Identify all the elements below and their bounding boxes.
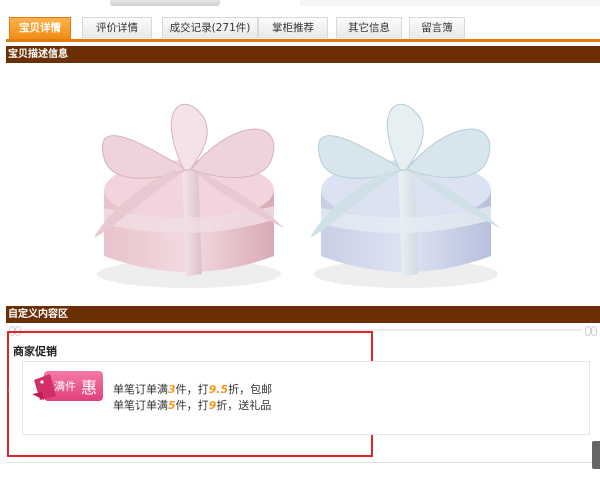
rule-mid: 件，打: [175, 383, 209, 396]
rule-suffix: 折，包邮: [228, 383, 273, 396]
promotion-title: 商家促销: [13, 345, 57, 358]
custom-content-header: 自定义内容区: [6, 306, 600, 323]
tab-other-info[interactable]: 其它信息: [336, 17, 402, 38]
side-scroll-handle[interactable]: [592, 441, 600, 469]
product-image: [6, 78, 600, 300]
top-strip: [0, 0, 600, 12]
pink-gift-icon: [94, 103, 284, 288]
badge-text: 满件: [54, 380, 76, 393]
tab-transactions[interactable]: 成交记录(271件): [162, 17, 258, 38]
tab-reviews[interactable]: 评价详情: [82, 17, 152, 38]
rule-prefix: 单笔订单满: [113, 383, 168, 396]
bottom-divider: [6, 462, 600, 463]
rule-quantity: 5: [168, 399, 176, 412]
description-header: 宝贝描述信息: [6, 46, 600, 63]
top-strip-right: [300, 0, 600, 6]
badge-big-text: 惠: [81, 378, 98, 397]
rail-right-cap: [584, 325, 598, 336]
top-strip-tab: [110, 0, 220, 6]
promotion-box: [22, 361, 590, 435]
rule-quantity: 3: [168, 383, 176, 396]
rule-discount: 9.5: [208, 383, 229, 396]
rule-prefix: 单笔订单满: [113, 399, 168, 412]
rule-mid: 件，打: [175, 399, 209, 412]
promotion-rule: 单笔订单满5件，打9折，送礼品: [113, 398, 271, 413]
tab-recommendations[interactable]: 掌柜推荐: [258, 17, 328, 38]
blue-gift-icon: [310, 103, 500, 288]
tab-item-details[interactable]: 宝贝详情: [9, 17, 71, 39]
tab-guestbook[interactable]: 留言簿: [409, 17, 465, 38]
detail-tabs: 宝贝详情 评价详情 成交记录(271件) 掌柜推荐 其它信息 留言簿: [6, 17, 600, 42]
promotion-rule: 单笔订单满3件，打9.5折，包邮: [113, 382, 272, 397]
rule-suffix: 折，送礼品: [216, 399, 272, 412]
